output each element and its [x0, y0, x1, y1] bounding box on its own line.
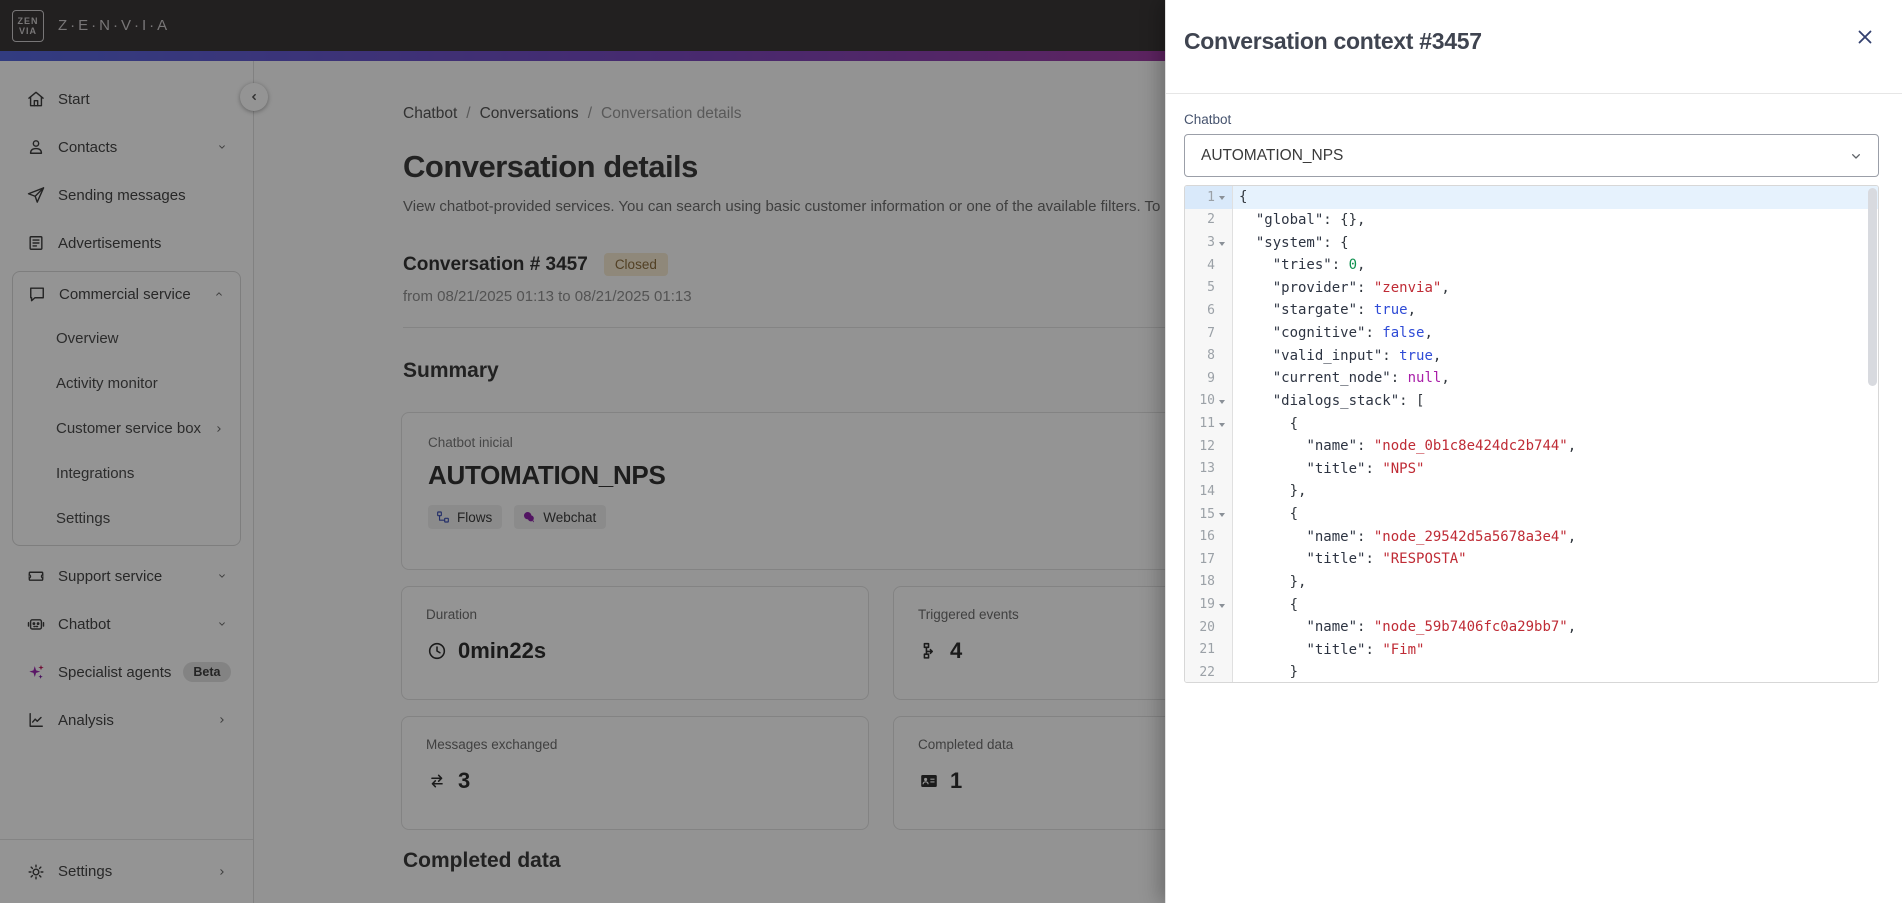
editor-line-7[interactable]: 7 "cognitive": false, [1185, 321, 1878, 345]
code-text: "current_node": null, [1272, 370, 1450, 387]
editor-line-22[interactable]: 22 } [1185, 661, 1878, 682]
fold-gutter-spacer [1215, 277, 1229, 300]
chevron-down-icon [1848, 148, 1864, 164]
fold-gutter-spacer [1215, 344, 1229, 367]
editor-line-13[interactable]: 13 "title": "NPS" [1185, 457, 1878, 481]
code-text: { [1239, 596, 1299, 613]
line-number: 11 [1185, 412, 1233, 435]
close-icon[interactable] [1854, 26, 1876, 48]
code-text: "dialogs_stack": [ [1272, 392, 1425, 409]
editor-line-2[interactable]: 2 "global": {}, [1185, 208, 1878, 232]
editor-line-12[interactable]: 12 "name": "node_0b1c8e424dc2b744", [1185, 434, 1878, 458]
code-text: { [1239, 506, 1299, 523]
code-text: "global": {}, [1255, 211, 1366, 228]
fold-gutter-spacer [1215, 435, 1229, 458]
fold-toggle-icon[interactable] [1215, 593, 1229, 616]
fold-gutter-spacer [1215, 209, 1229, 232]
editor-line-4[interactable]: 4 "tries": 0, [1185, 253, 1878, 277]
editor-line-8[interactable]: 8 "valid_input": true, [1185, 344, 1878, 367]
editor-line-3[interactable]: 3 "system": { [1185, 231, 1878, 254]
chatbot-select[interactable]: AUTOMATION_NPS [1184, 134, 1879, 177]
code-text: "name": "node_29542d5a5678a3e4", [1306, 528, 1577, 545]
editor-line-1[interactable]: 1{ [1185, 186, 1878, 209]
line-number: 20 [1185, 615, 1233, 639]
fold-gutter-spacer [1215, 571, 1229, 594]
code-text: } [1239, 664, 1299, 681]
line-number: 4 [1185, 253, 1233, 277]
line-number: 7 [1185, 321, 1233, 345]
drawer-title: Conversation context #3457 [1184, 28, 1482, 54]
editor-line-14[interactable]: 14 }, [1185, 480, 1878, 503]
code-text: "tries": 0, [1272, 257, 1366, 274]
fold-gutter-spacer [1215, 458, 1229, 481]
fold-toggle-icon[interactable] [1215, 231, 1229, 254]
editor-line-19[interactable]: 19 { [1185, 593, 1878, 616]
fold-gutter-spacer [1215, 548, 1229, 571]
editor-line-10[interactable]: 10 "dialogs_stack": [ [1185, 389, 1878, 413]
editor-line-17[interactable]: 17 "title": "RESPOSTA" [1185, 548, 1878, 571]
code-text: "title": "NPS" [1306, 460, 1425, 477]
line-number: 14 [1185, 480, 1233, 503]
drawer-header: Conversation context #3457 [1166, 0, 1902, 94]
chatbot-select-value: AUTOMATION_NPS [1201, 146, 1344, 164]
editor-line-18[interactable]: 18 }, [1185, 570, 1878, 594]
code-text: }, [1239, 483, 1307, 500]
line-number: 9 [1185, 367, 1233, 390]
line-number: 13 [1185, 457, 1233, 481]
fold-gutter-spacer [1215, 367, 1229, 390]
editor-line-11[interactable]: 11 { [1185, 412, 1878, 435]
editor-line-9[interactable]: 9 "current_node": null, [1185, 367, 1878, 390]
fold-gutter-spacer [1215, 639, 1229, 662]
line-number: 19 [1185, 593, 1233, 616]
fold-gutter-spacer [1215, 254, 1229, 277]
line-number: 21 [1185, 638, 1233, 662]
editor-line-16[interactable]: 16 "name": "node_29542d5a5678a3e4", [1185, 525, 1878, 548]
editor-line-15[interactable]: 15 { [1185, 502, 1878, 526]
line-number: 16 [1185, 525, 1233, 548]
line-number: 1 [1185, 186, 1233, 209]
editor-line-6[interactable]: 6 "stargate": true, [1185, 299, 1878, 322]
code-text: "provider": "zenvia", [1272, 279, 1450, 296]
code-text: { [1233, 186, 1878, 209]
fold-toggle-icon[interactable] [1215, 390, 1229, 413]
fold-gutter-spacer [1215, 616, 1229, 639]
editor-line-5[interactable]: 5 "provider": "zenvia", [1185, 276, 1878, 300]
fold-gutter-spacer [1215, 299, 1229, 322]
editor-line-21[interactable]: 21 "title": "Fim" [1185, 638, 1878, 662]
fold-gutter-spacer [1215, 322, 1229, 345]
code-text: "name": "node_0b1c8e424dc2b744", [1306, 438, 1577, 455]
line-number: 17 [1185, 548, 1233, 571]
line-number: 10 [1185, 389, 1233, 413]
conversation-context-drawer: Conversation context #3457 Chatbot AUTOM… [1165, 0, 1902, 903]
code-text: "system": { [1255, 234, 1349, 251]
code-text: "valid_input": true, [1272, 347, 1442, 364]
code-text: { [1239, 415, 1299, 432]
line-number: 8 [1185, 344, 1233, 367]
fold-toggle-icon[interactable] [1215, 503, 1229, 526]
drawer-body: Chatbot AUTOMATION_NPS 1{2 "global": {},… [1166, 94, 1902, 683]
line-number: 3 [1185, 231, 1233, 254]
code-text: }, [1239, 573, 1307, 590]
fold-toggle-icon[interactable] [1215, 412, 1229, 435]
line-number: 18 [1185, 570, 1233, 594]
fold-gutter-spacer [1215, 661, 1229, 682]
code-text: "title": "Fim" [1306, 641, 1425, 658]
line-number: 15 [1185, 502, 1233, 526]
chatbot-field-label: Chatbot [1184, 112, 1232, 127]
context-json-editor[interactable]: 1{2 "global": {}, 3 "system": {4 "tries":… [1184, 185, 1879, 683]
line-number: 12 [1185, 434, 1233, 458]
line-number: 5 [1185, 276, 1233, 300]
line-number: 22 [1185, 661, 1233, 682]
code-text: "cognitive": false, [1272, 325, 1433, 342]
fold-gutter-spacer [1215, 525, 1229, 548]
code-text: "title": "RESPOSTA" [1306, 551, 1467, 568]
line-number: 2 [1185, 208, 1233, 232]
code-text: "stargate": true, [1272, 302, 1417, 319]
editor-line-20[interactable]: 20 "name": "node_59b7406fc0a29bb7", [1185, 615, 1878, 639]
fold-gutter-spacer [1215, 480, 1229, 503]
line-number: 6 [1185, 299, 1233, 322]
editor-scrollbar-thumb[interactable] [1868, 188, 1877, 386]
fold-toggle-icon[interactable] [1215, 186, 1229, 209]
code-text: "name": "node_59b7406fc0a29bb7", [1306, 619, 1577, 636]
